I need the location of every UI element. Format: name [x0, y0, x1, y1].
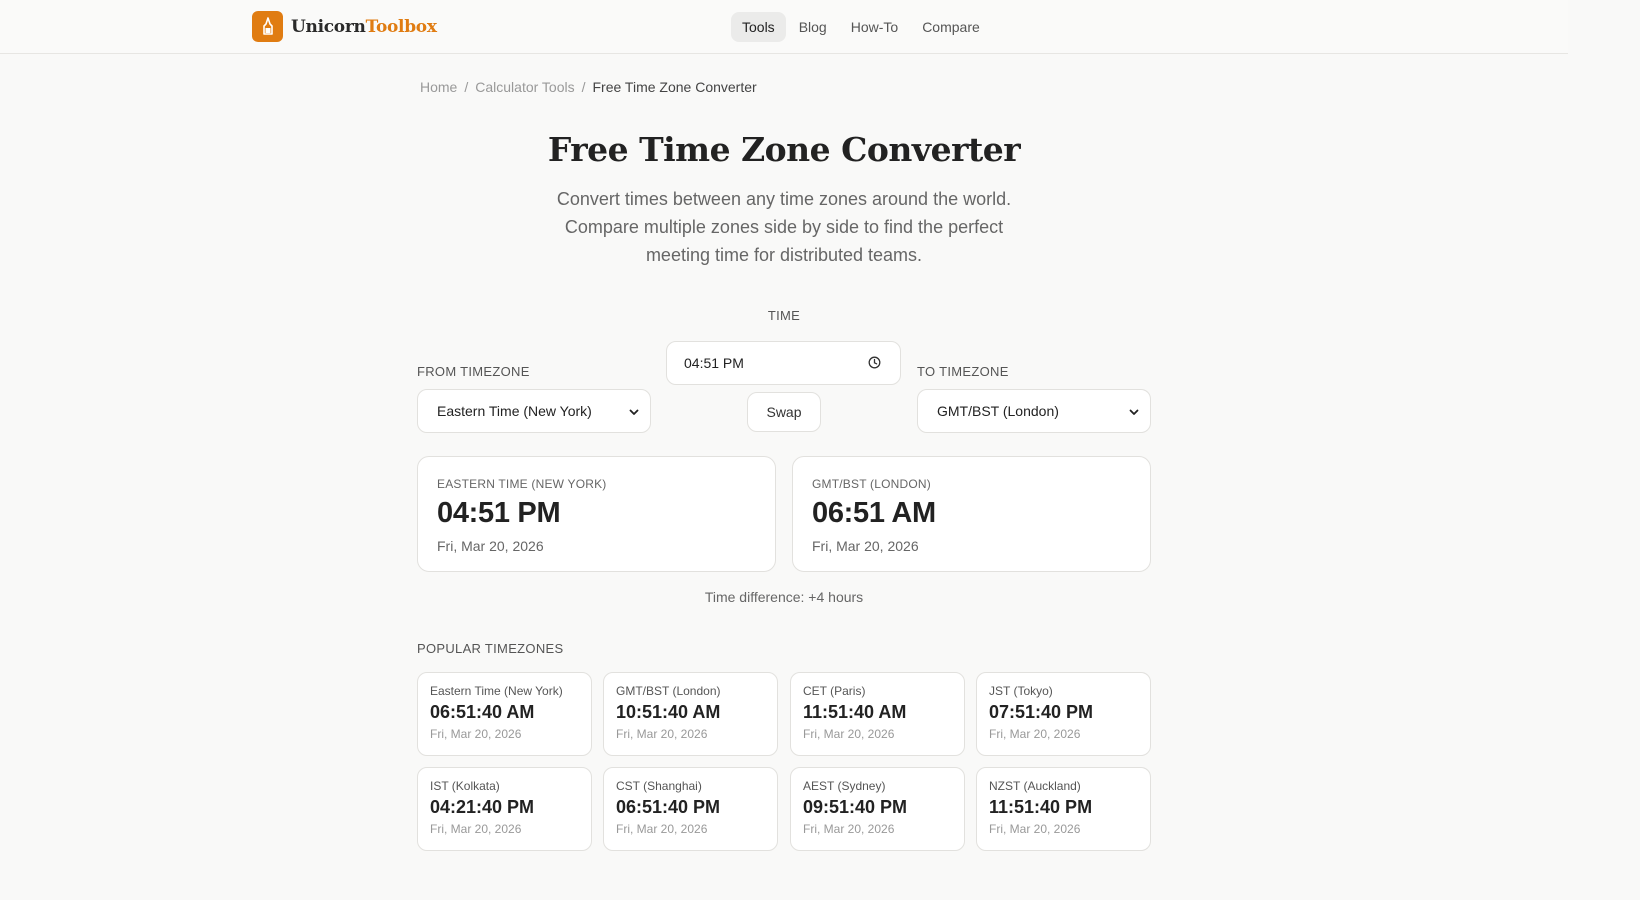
result-zone: EASTERN TIME (NEW YORK): [437, 477, 607, 491]
timezone-card[interactable]: CST (Shanghai) 06:51:40 PM Fri, Mar 20, …: [603, 767, 778, 851]
timezone-card-time: 04:21:40 PM: [430, 797, 535, 817]
breadcrumb-current: Free Time Zone Converter: [592, 79, 757, 95]
breadcrumb-home[interactable]: Home: [420, 79, 457, 95]
timezone-card-time: 06:51:40 AM: [430, 702, 535, 722]
clock-icon[interactable]: [868, 356, 881, 372]
timezone-card[interactable]: CET (Paris) 11:51:40 AM Fri, Mar 20, 202…: [790, 672, 965, 756]
from-timezone-select[interactable]: Eastern Time (New York): [417, 389, 651, 433]
logo-text-part2: Toolbox: [365, 16, 437, 37]
timezone-card[interactable]: IST (Kolkata) 04:21:40 PM Fri, Mar 20, 2…: [417, 767, 592, 851]
time-input[interactable]: 04:51 PM: [666, 341, 901, 385]
nav-tools[interactable]: Tools: [731, 12, 786, 42]
timezone-card-date: Fri, Mar 20, 2026: [430, 727, 522, 741]
logo-text-part1: Unicorn: [291, 16, 366, 37]
timezone-card-zone: AEST (Sydney): [803, 779, 886, 793]
popular-timezones-title: POPULAR TIMEZONES: [417, 641, 564, 656]
timezone-card-date: Fri, Mar 20, 2026: [803, 822, 895, 836]
timezone-card-time: 06:51:40 PM: [616, 797, 721, 817]
timezone-card[interactable]: Eastern Time (New York) 06:51:40 AM Fri,…: [417, 672, 592, 756]
time-difference: Time difference: +4 hours: [704, 589, 864, 605]
nav-blog[interactable]: Blog: [788, 12, 838, 42]
to-timezone-select[interactable]: GMT/BST (London): [917, 389, 1151, 433]
nav-compare[interactable]: Compare: [911, 12, 991, 42]
logo-text: UnicornToolbox: [291, 17, 437, 37]
main-nav: Tools Blog How-To Compare: [731, 12, 993, 42]
from-timezone-label: FROM TIMEZONE: [417, 364, 530, 379]
timezone-card-time: 09:51:40 PM: [803, 797, 908, 817]
timezone-card-zone: Eastern Time (New York): [430, 684, 563, 698]
page-subtitle: Convert times between any time zones aro…: [556, 189, 1012, 265]
timezone-card[interactable]: GMT/BST (London) 10:51:40 AM Fri, Mar 20…: [603, 672, 778, 756]
timezone-card-zone: JST (Tokyo): [989, 684, 1053, 698]
timezone-card-date: Fri, Mar 20, 2026: [616, 727, 708, 741]
breadcrumb: Home / Calculator Tools / Free Time Zone…: [420, 79, 757, 95]
chevron-down-icon: [628, 405, 640, 421]
site-header: UnicornToolbox Tools Blog How-To Compare: [0, 0, 1568, 54]
time-input-value: 04:51 PM: [684, 355, 744, 371]
timezone-card-date: Fri, Mar 20, 2026: [989, 727, 1081, 741]
timezone-card[interactable]: NZST (Auckland) 11:51:40 PM Fri, Mar 20,…: [976, 767, 1151, 851]
to-timezone-value: GMT/BST (London): [937, 403, 1059, 419]
breadcrumb-separator: /: [464, 79, 469, 95]
timezone-card-time: 11:51:40 AM: [803, 702, 907, 722]
timezone-card[interactable]: AEST (Sydney) 09:51:40 PM Fri, Mar 20, 2…: [790, 767, 965, 851]
timezone-card-zone: GMT/BST (London): [616, 684, 721, 698]
logo[interactable]: UnicornToolbox: [252, 11, 437, 42]
from-result-card: EASTERN TIME (NEW YORK) 04:51 PM Fri, Ma…: [417, 456, 776, 572]
timezone-card-time: 10:51:40 AM: [616, 702, 721, 722]
to-timezone-label: TO TIMEZONE: [917, 364, 1009, 379]
timezone-card-date: Fri, Mar 20, 2026: [989, 822, 1081, 836]
result-date: Fri, Mar 20, 2026: [437, 538, 544, 554]
timezone-card-date: Fri, Mar 20, 2026: [430, 822, 522, 836]
to-result-card: GMT/BST (LONDON) 06:51 AM Fri, Mar 20, 2…: [792, 456, 1151, 572]
result-time: 06:51 AM: [812, 497, 936, 529]
timezone-card-date: Fri, Mar 20, 2026: [616, 822, 708, 836]
timezone-card-zone: CET (Paris): [803, 684, 866, 698]
timezone-card[interactable]: JST (Tokyo) 07:51:40 PM Fri, Mar 20, 202…: [976, 672, 1151, 756]
timezone-card-zone: IST (Kolkata): [430, 779, 500, 793]
timezone-card-zone: NZST (Auckland): [989, 779, 1081, 793]
timezone-card-date: Fri, Mar 20, 2026: [803, 727, 895, 741]
breadcrumb-separator: /: [581, 79, 586, 95]
chevron-down-icon: [1128, 405, 1140, 421]
result-zone: GMT/BST (LONDON): [812, 477, 931, 491]
logo-icon: [252, 11, 283, 42]
timezone-card-time: 11:51:40 PM: [989, 797, 1093, 817]
timezone-card-zone: CST (Shanghai): [616, 779, 702, 793]
from-timezone-value: Eastern Time (New York): [437, 403, 592, 419]
nav-how-to[interactable]: How-To: [840, 12, 909, 42]
timezone-card-time: 07:51:40 PM: [989, 702, 1094, 722]
page-title: Free Time Zone Converter: [547, 130, 1021, 169]
swap-button[interactable]: Swap: [747, 392, 821, 432]
result-date: Fri, Mar 20, 2026: [812, 538, 919, 554]
time-label: TIME: [767, 308, 801, 323]
result-time: 04:51 PM: [437, 497, 561, 529]
breadcrumb-category[interactable]: Calculator Tools: [475, 79, 574, 95]
